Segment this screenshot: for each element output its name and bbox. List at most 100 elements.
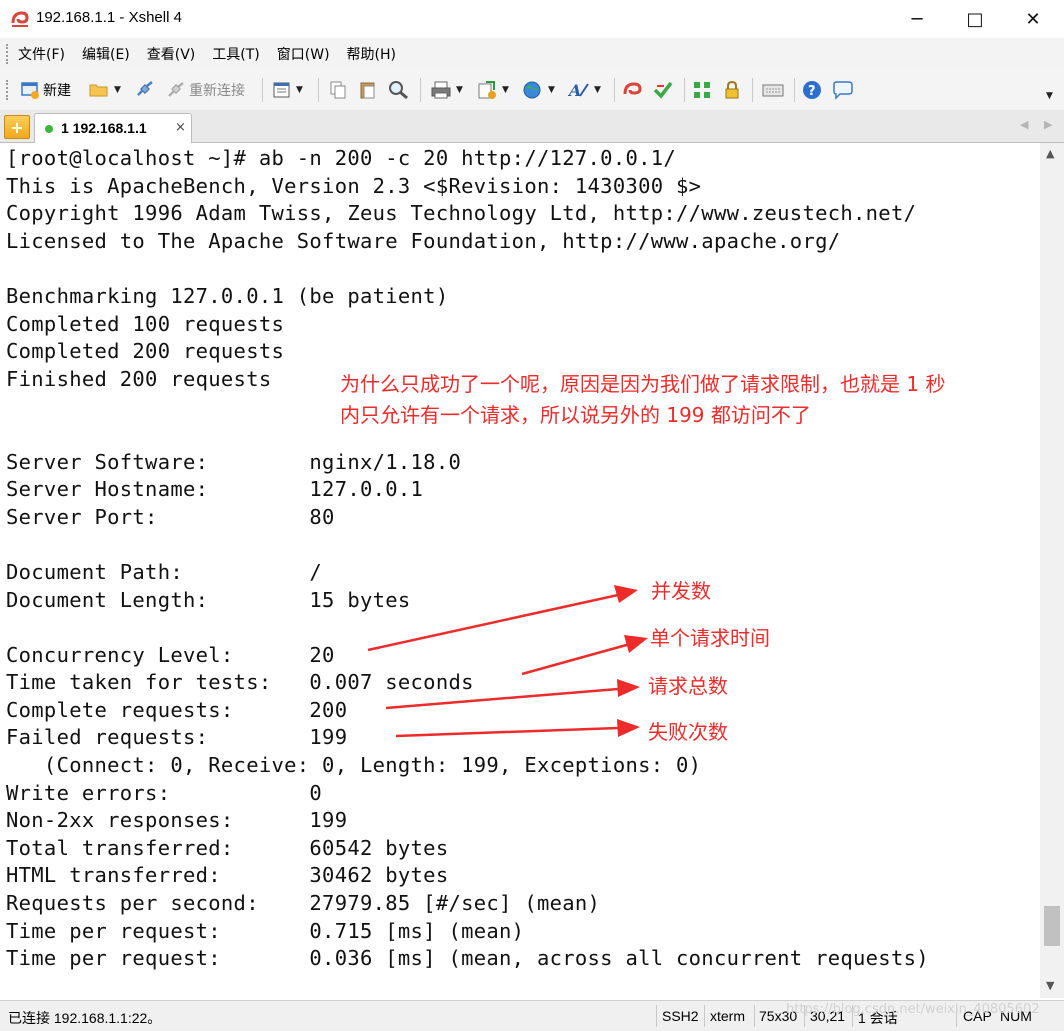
toolbar-separator [318,78,319,102]
reconnect-label: 重新连接 [189,83,245,99]
tab-scroll-right-icon[interactable]: ▶ [1044,118,1052,131]
toolbar-overflow[interactable]: ▼ [1046,84,1053,108]
paste-icon [360,82,375,99]
annotation-total-requests: 请求总数 [648,674,728,698]
annotation-concurrency: 并发数 [651,579,711,603]
xftp-button[interactable] [652,78,674,102]
keyboard-button[interactable] [762,78,784,102]
tab-session-label: 1 192.168.1.1 [61,120,147,136]
annotation-time-per-request: 单个请求时间 [650,626,770,650]
chevron-down-icon[interactable]: ▼ [114,85,121,95]
connect-button[interactable] [134,78,156,102]
terminal-line: Completed 100 requests [6,311,285,336]
window-title: 192.168.1.1 - Xshell 4 [36,9,182,26]
terminal-line: HTML transferred: 30462 bytes [6,863,449,888]
close-icon[interactable]: × [175,120,186,135]
toolbar-separator [614,78,615,102]
toolbar: 新建 ▼ 重新连接 ▼ ▼ ▼ ▼ A ▼ ? ▼ [0,70,1064,111]
menu-window[interactable]: 窗口(W) [277,44,330,64]
scroll-thumb[interactable] [1044,906,1060,946]
terminal-output[interactable]: [root@localhost ~]# ab -n 200 -c 20 http… [0,143,1040,998]
chevron-down-icon[interactable]: ▼ [548,85,555,95]
add-tab-button[interactable]: + [4,115,30,139]
menu-bar: 文件(F) 编辑(E) 查看(V) 工具(T) 窗口(W) 帮助(H) [0,38,1064,71]
terminal-line: Requests per second: 27979.85 [#/sec] (m… [6,891,601,916]
file-transfer-icon [478,81,496,99]
font-icon: A [568,81,589,100]
terminal-line: Write errors: 0 [6,780,323,805]
chevron-down-icon[interactable]: ▼ [502,85,509,95]
menu-tools[interactable]: 工具(T) [212,44,259,64]
chevron-down-icon[interactable]: ▼ [1046,91,1053,101]
link-icon [137,81,153,96]
menu-view[interactable]: 查看(V) [147,44,196,64]
toolbar-separator [420,78,421,102]
properties-icon [273,82,290,98]
print-button[interactable]: ▼ [430,78,463,102]
open-folder-button[interactable]: ▼ [88,78,121,102]
fullscreen-icon [694,82,710,98]
terminal-line: Copyright 1996 Adam Twiss, Zeus Technolo… [6,201,917,226]
menu-help[interactable]: 帮助(H) [347,44,396,64]
maximize-button[interactable]: □ [946,0,1004,38]
reconnect-button[interactable]: 重新连接 [166,78,245,102]
transfer-button[interactable]: ▼ [476,78,509,102]
xshell-button[interactable] [622,78,644,102]
new-session-button[interactable]: 新建 [20,78,71,102]
web-button[interactable]: ▼ [522,78,555,102]
globe-icon [523,81,541,99]
help-button[interactable]: ? [802,78,822,102]
menu-file[interactable]: 文件(F) [18,44,65,64]
chevron-down-icon[interactable]: ▼ [456,85,463,95]
status-separator [656,1005,657,1027]
svg-text:?: ? [808,84,816,99]
annotation-explanation-line2: 内只允许有一个请求，所以说另外的 199 都访问不了 [340,403,811,427]
terminal-line: Licensed to The Apache Software Foundati… [6,228,841,253]
tab-session[interactable]: 1 192.168.1.1 × [34,113,192,143]
new-session-label: 新建 [43,83,71,99]
tab-scroll-left-icon[interactable]: ◀ [1020,118,1028,131]
xshell-icon [623,82,642,95]
annotation-explanation-line1: 为什么只成功了一个呢，原因是因为我们做了请求限制，也就是 1 秒 [340,372,946,396]
connected-status-icon [45,125,53,133]
terminal-line: Document Length: 15 bytes [6,587,411,612]
terminal-line: Time taken for tests: 0.007 seconds [6,670,474,695]
toolbar-separator [262,78,263,102]
menu-grip[interactable] [6,44,12,64]
terminal-line: This is ApacheBench, Version 2.3 <$Revis… [6,173,702,198]
scroll-down-icon[interactable]: ▼ [1046,979,1054,992]
terminal-line: Completed 200 requests [6,339,285,364]
copy-button[interactable] [328,78,348,102]
terminal-line: Concurrency Level: 20 [6,642,335,667]
terminal-line: Server Hostname: 127.0.0.1 [6,477,424,502]
terminal-line: Server Software: nginx/1.18.0 [6,449,462,474]
fullscreen-button[interactable] [692,78,714,102]
chat-bubble-icon [833,81,853,100]
close-button[interactable]: ✕ [1004,0,1062,38]
reconnect-icon [168,82,184,97]
scroll-up-icon[interactable]: ▲ [1046,147,1054,160]
lock-button[interactable] [722,78,742,102]
vertical-scrollbar[interactable]: ▲ ▼ [1040,143,1064,998]
status-separator [754,1005,755,1027]
minimize-button[interactable]: ─ [888,0,946,38]
terminal-line: Complete requests: 200 [6,697,348,722]
help-icon: ? [803,81,821,99]
terminal-line: Failed requests: 199 [6,725,348,750]
keyboard-icon [762,84,784,97]
search-icon [389,81,408,100]
menu-edit[interactable]: 编辑(E) [82,44,130,64]
toolbar-separator [752,78,753,102]
chevron-down-icon[interactable]: ▼ [594,85,601,95]
find-button[interactable] [388,78,410,102]
properties-button[interactable]: ▼ [272,78,303,102]
chat-button[interactable] [832,78,854,102]
terminal-line: [root@localhost ~]# ab -n 200 -c 20 http… [6,146,677,170]
font-button[interactable]: A ▼ [568,78,601,102]
toolbar-grip[interactable] [6,80,12,100]
chevron-down-icon[interactable]: ▼ [296,85,303,95]
paste-button[interactable] [358,78,378,102]
